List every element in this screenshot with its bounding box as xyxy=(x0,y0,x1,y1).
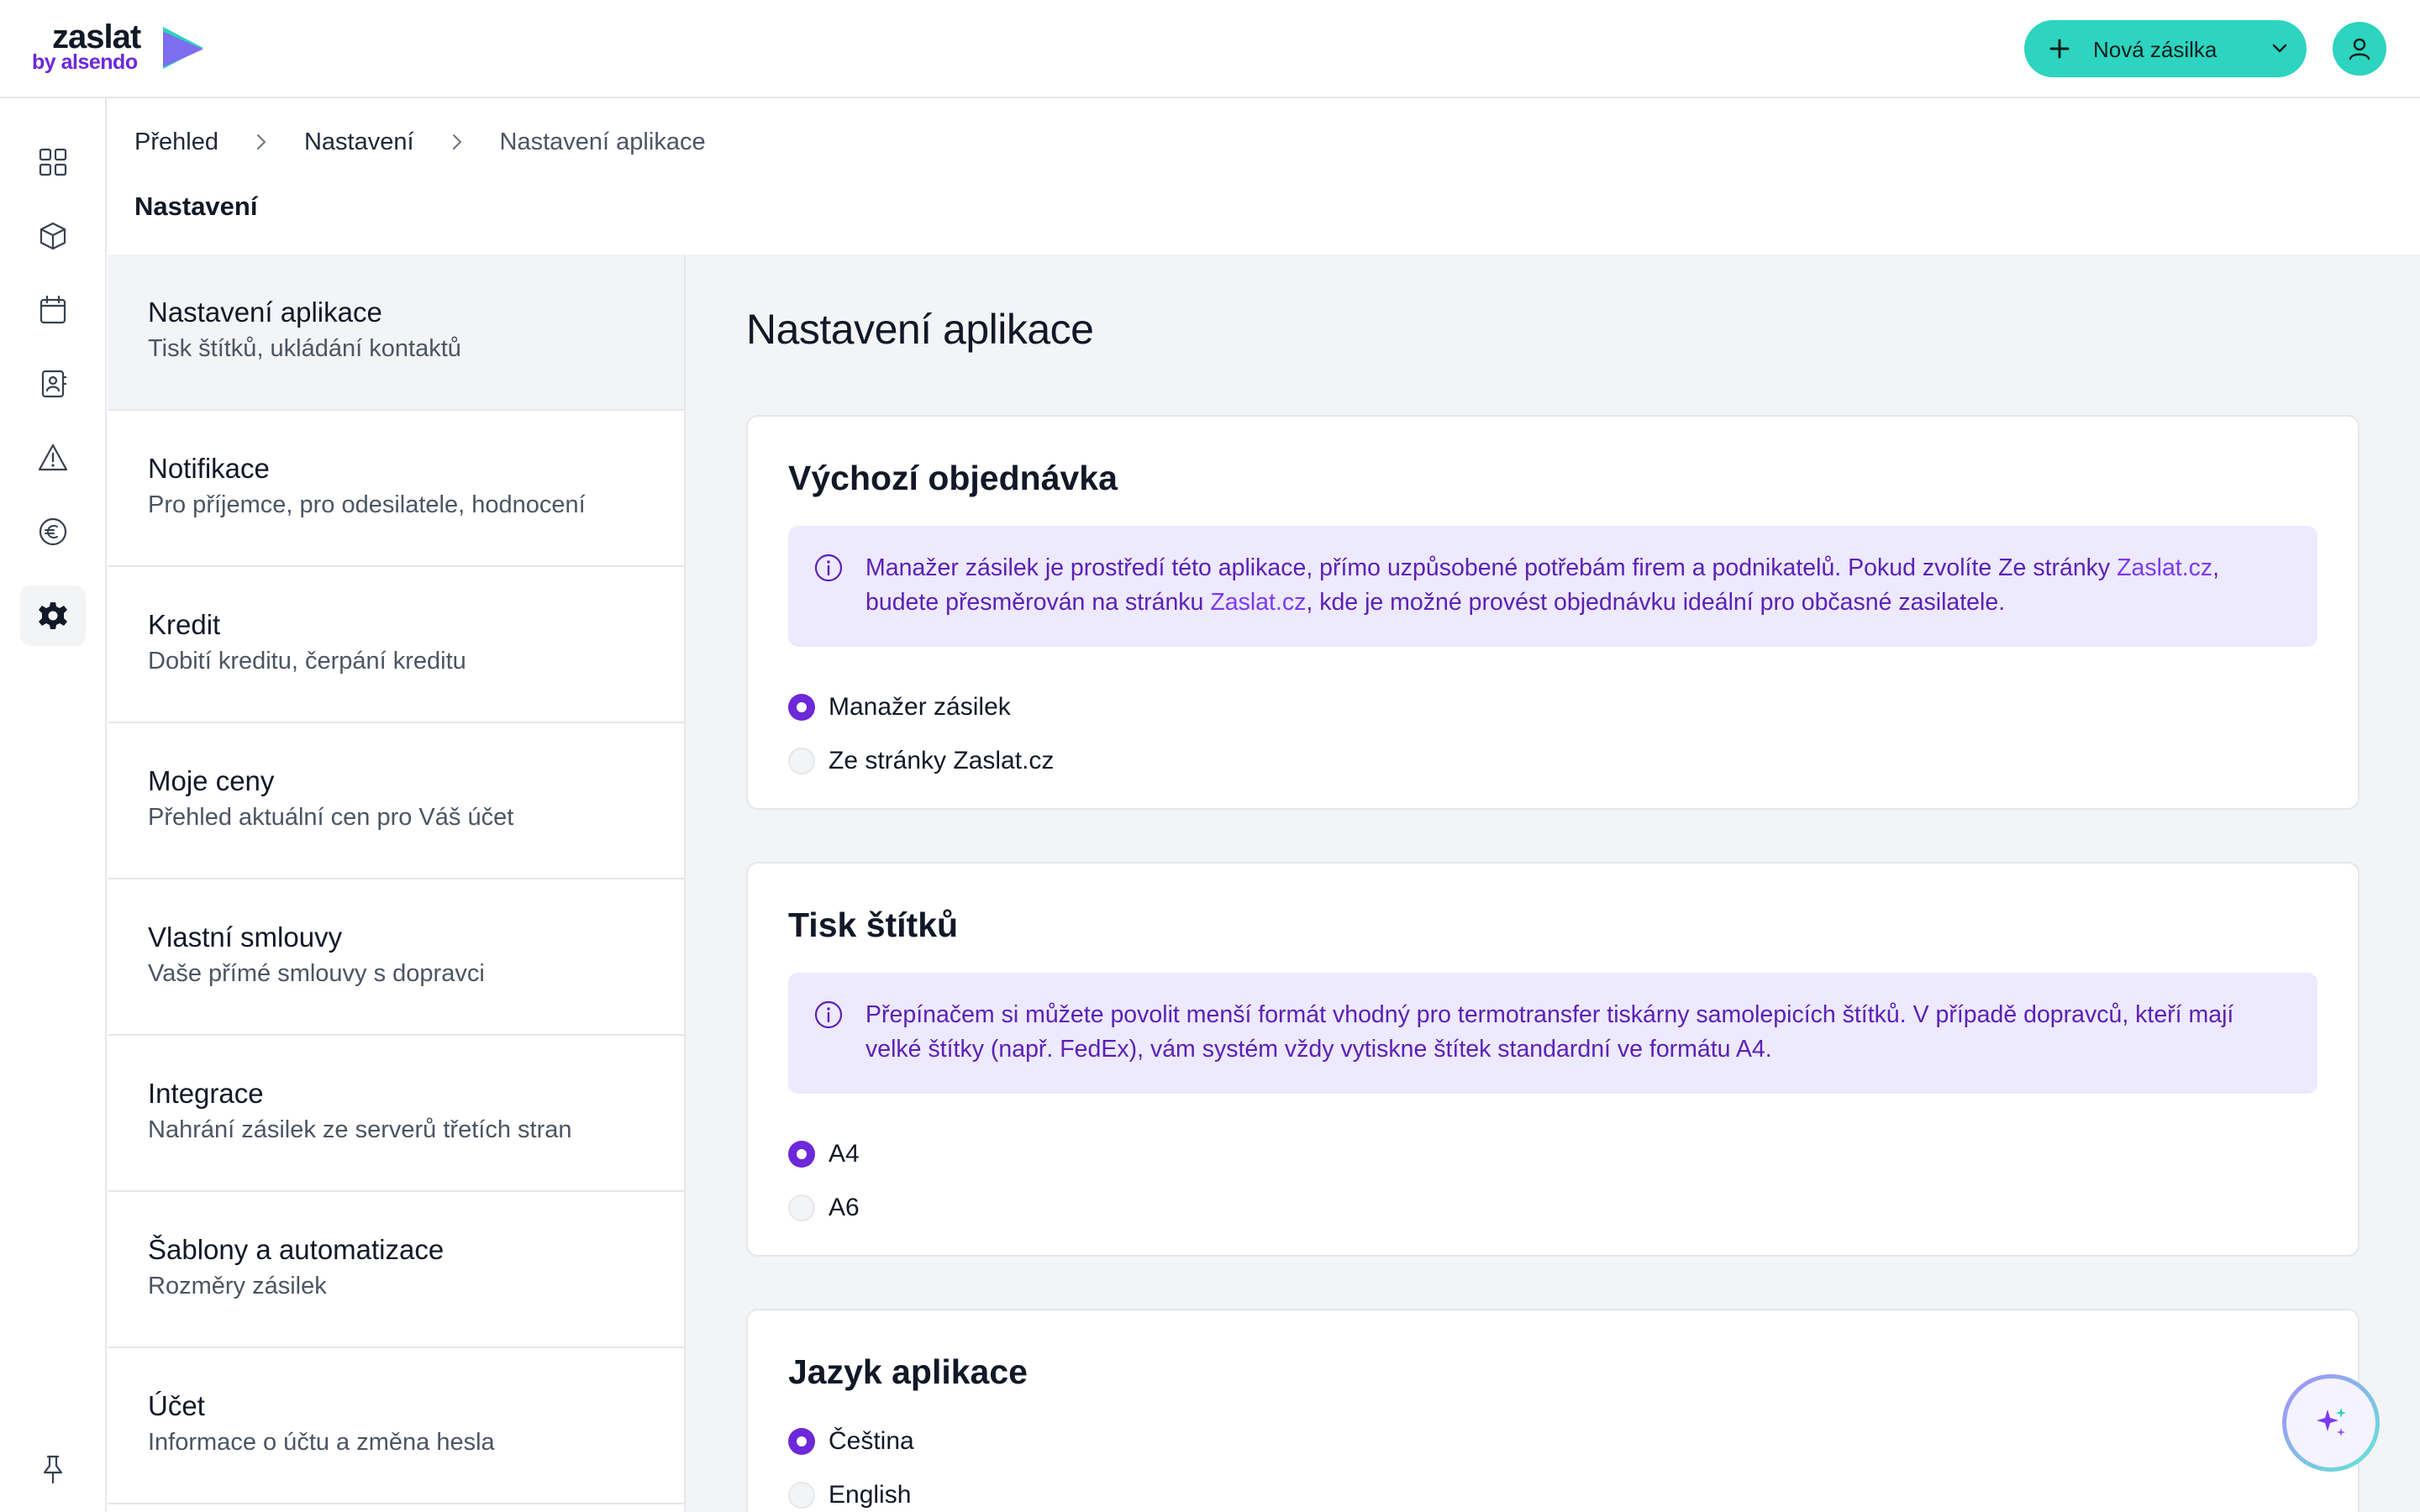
settings-item-subtitle: Přehled aktuální cen pro Váš účet xyxy=(148,804,514,831)
radio-label: Manažer zásilek xyxy=(829,693,1011,721)
new-shipment-button[interactable]: Nová zásilka xyxy=(2024,20,2307,77)
radio-selected-icon xyxy=(788,1428,815,1455)
radio-selected-icon xyxy=(788,1141,815,1168)
info-box: Přepínačem si můžete povolit menší formá… xyxy=(788,973,2317,1094)
info-text-part: Manažer zásilek je prostředí této aplika… xyxy=(865,554,2118,581)
info-icon xyxy=(814,554,843,582)
settings-item-credit[interactable]: Kredit Dobití kreditu, čerpání kreditu xyxy=(108,567,684,723)
info-text-part: , kde je možné provést objednávku ideáln… xyxy=(1306,589,2006,616)
new-shipment-label: Nová zásilka xyxy=(2093,37,2217,62)
settings-item-subtitle: Dobití kreditu, čerpání kreditu xyxy=(148,648,466,675)
settings-item-subtitle: Nahrání zásilek ze serverů třetích stran xyxy=(148,1116,572,1143)
radio-unselected-icon xyxy=(788,1194,815,1221)
settings-item-subtitle: Vaše přímé smlouvy s dopravci xyxy=(148,960,485,987)
settings-item-title: Nastavení aplikace xyxy=(148,297,382,328)
radio-label: Čeština xyxy=(829,1427,914,1455)
box-icon xyxy=(39,222,66,250)
radio-label: English xyxy=(829,1481,912,1509)
logo-play-icon xyxy=(163,27,203,69)
settings-item-app[interactable]: Nastavení aplikace Tisk štítků, ukládání… xyxy=(108,255,684,411)
warning-icon xyxy=(38,444,68,471)
card-title: Výchozí objednávka xyxy=(788,459,1118,497)
side-rail xyxy=(0,98,107,1512)
info-icon xyxy=(814,1000,843,1029)
rail-item-pin[interactable] xyxy=(20,1439,86,1499)
default-order-card: Výchozí objednávka Manažer zásilek je pr… xyxy=(746,415,2360,810)
settings-content: Nastavení aplikace Výchozí objednávka Ma… xyxy=(686,255,2420,1512)
settings-menu: Nastavení aplikace Tisk štítků, ukládání… xyxy=(108,255,686,1512)
label-print-card: Tisk štítků Přepínačem si můžete povolit… xyxy=(746,862,2360,1257)
calendar-icon xyxy=(39,295,66,324)
rail-item-dashboard[interactable] xyxy=(20,132,86,192)
rail-item-contacts[interactable] xyxy=(20,354,86,414)
settings-item-account[interactable]: Účet Informace o účtu a změna hesla xyxy=(108,1348,684,1504)
settings-item-templates[interactable]: Šablony a automatizace Rozměry zásilek xyxy=(108,1192,684,1348)
card-title: Tisk štítků xyxy=(788,906,959,944)
user-menu-button[interactable] xyxy=(2333,22,2386,76)
radio-english[interactable]: English xyxy=(788,1478,911,1512)
radio-czech[interactable]: Čeština xyxy=(788,1425,914,1458)
euro-icon xyxy=(39,517,67,546)
chevron-right-icon xyxy=(452,134,461,150)
settings-item-title: Moje ceny xyxy=(148,765,275,796)
settings-item-title: Integrace xyxy=(148,1078,264,1109)
settings-item-title: Účet xyxy=(148,1390,205,1421)
radio-zaslat-site[interactable]: Ze stránky Zaslat.cz xyxy=(788,744,1054,778)
pin-icon xyxy=(43,1455,63,1484)
rail-item-calendar[interactable] xyxy=(20,280,86,340)
contacts-icon xyxy=(41,370,67,398)
zaslat-link[interactable]: Zaslat.cz xyxy=(2117,554,2212,581)
sparkles-icon xyxy=(2317,1408,2346,1436)
top-header: zaslat by alsendo Nová zásilka xyxy=(0,0,2420,98)
card-title: Jazyk aplikace xyxy=(788,1352,1028,1391)
settings-item-title: Vlastní smlouvy xyxy=(148,921,343,953)
page-title: Nastavení xyxy=(134,192,258,221)
radio-label: A6 xyxy=(829,1194,860,1221)
settings-item-subtitle: Pro příjemce, pro odesilatele, hodnocení xyxy=(148,491,586,518)
ai-assistant-inner xyxy=(2286,1378,2375,1467)
ai-assistant-button[interactable] xyxy=(2282,1374,2380,1472)
gear-icon xyxy=(39,602,67,629)
settings-item-notifications[interactable]: Notifikace Pro příjemce, pro odesilatele… xyxy=(108,411,684,567)
radio-unselected-icon xyxy=(788,748,815,774)
settings-item-title: Šablony a automatizace xyxy=(148,1234,445,1265)
breadcrumb-settings[interactable]: Nastavení xyxy=(304,129,414,156)
chevron-right-icon xyxy=(256,134,266,150)
radio-unselected-icon xyxy=(788,1482,815,1509)
settings-item-title: Kredit xyxy=(148,609,221,640)
radio-a6[interactable]: A6 xyxy=(788,1191,860,1225)
settings-item-integrations[interactable]: Integrace Nahrání zásilek ze serverů tře… xyxy=(108,1036,684,1192)
logo-tagline: by alsendo xyxy=(32,50,138,74)
settings-item-subtitle: Informace o účtu a změna hesla xyxy=(148,1429,495,1456)
settings-item-contracts[interactable]: Vlastní smlouvy Vaše přímé smlouvy s dop… xyxy=(108,879,684,1036)
zaslat-link[interactable]: Zaslat.cz xyxy=(1210,589,1306,616)
radio-label: Ze stránky Zaslat.cz xyxy=(829,747,1055,774)
rail-item-settings[interactable] xyxy=(20,585,86,646)
radio-manager[interactable]: Manažer zásilek xyxy=(788,690,1011,724)
language-card: Jazyk aplikace Čeština English xyxy=(746,1309,2360,1512)
breadcrumb: Přehled Nastavení Nastavení aplikace xyxy=(134,128,706,156)
section-title: Nastavení aplikace xyxy=(746,306,1094,353)
chevron-down-icon[interactable] xyxy=(2268,37,2291,60)
radio-label: A4 xyxy=(829,1140,860,1168)
info-box: Manažer zásilek je prostředí této aplika… xyxy=(788,526,2317,647)
rail-item-billing[interactable] xyxy=(20,501,86,562)
radio-a4[interactable]: A4 xyxy=(788,1137,860,1171)
info-text: Přepínačem si můžete povolit menší formá… xyxy=(865,1001,2234,1063)
settings-item-title: Notifikace xyxy=(148,453,270,484)
grid-icon xyxy=(39,148,67,176)
settings-item-subtitle: Rozměry zásilek xyxy=(148,1273,327,1299)
rail-item-issues[interactable] xyxy=(20,428,86,488)
radio-selected-icon xyxy=(788,694,815,721)
breadcrumb-current: Nastavení aplikace xyxy=(499,128,706,155)
settings-item-prices[interactable]: Moje ceny Přehled aktuální cen pro Váš ú… xyxy=(108,723,684,879)
rail-item-shipments[interactable] xyxy=(20,206,86,266)
user-icon xyxy=(2349,38,2370,60)
breadcrumb-overview[interactable]: Přehled xyxy=(134,129,218,156)
info-text: Manažer zásilek je prostředí této aplika… xyxy=(865,551,2294,620)
settings-item-subtitle: Tisk štítků, ukládání kontaktů xyxy=(148,335,461,362)
plus-icon xyxy=(2049,39,2070,59)
